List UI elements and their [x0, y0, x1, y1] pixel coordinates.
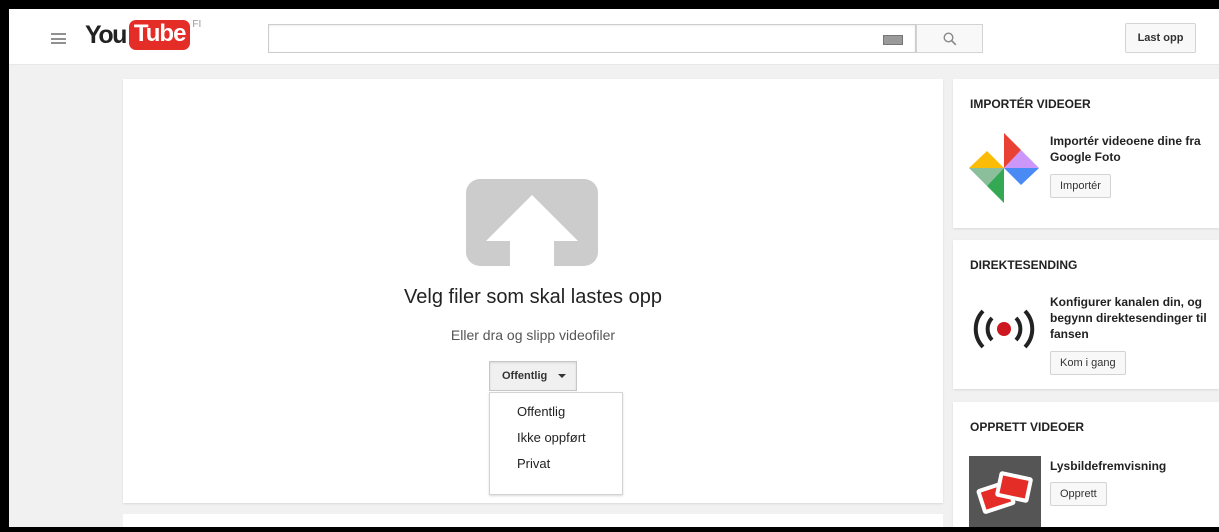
- keyboard-icon[interactable]: [883, 35, 903, 45]
- create-videos-card: OPPRETT VIDEOER Lysbildefremvisning Oppr…: [953, 402, 1219, 527]
- youtube-logo[interactable]: You Tube FI: [85, 18, 201, 52]
- chevron-down-icon: [558, 374, 566, 378]
- masthead: You Tube FI Last opp: [9, 9, 1219, 65]
- import-description: Importér videoene dine fra Google Foto: [1050, 134, 1201, 164]
- privacy-selected-label: Offentlig: [502, 370, 548, 382]
- upload-button[interactable]: Last opp: [1125, 23, 1196, 53]
- secondary-panel: [123, 514, 943, 527]
- live-streaming-card: DIREKTESENDING Konfigurer kanalen din, o…: [953, 240, 1219, 389]
- upload-arrow-icon[interactable]: [466, 179, 598, 266]
- logo-you-text: You: [85, 21, 127, 49]
- create-button[interactable]: Opprett: [1050, 482, 1107, 506]
- upload-panel: Velg filer som skal lastes opp Eller dra…: [123, 79, 943, 503]
- logo-tube-text: Tube: [128, 20, 191, 50]
- page: You Tube FI Last opp Velg filer som skal…: [9, 9, 1219, 527]
- get-started-button[interactable]: Kom i gang: [1050, 351, 1126, 375]
- import-videos-card: IMPORTÉR VIDEOER Importér videoene dine …: [953, 79, 1219, 228]
- import-button[interactable]: Importér: [1050, 174, 1111, 198]
- broadcast-icon: [973, 309, 1035, 349]
- hamburger-menu-icon[interactable]: [51, 33, 66, 44]
- live-heading: DIREKTESENDING: [970, 258, 1078, 272]
- search-input[interactable]: [268, 24, 916, 53]
- live-description: Konfigurer kanalen din, og begynn direkt…: [1050, 295, 1207, 341]
- privacy-menu: Offentlig Ikke oppført Privat: [489, 392, 623, 495]
- privacy-option-public[interactable]: Offentlig: [490, 399, 622, 425]
- google-photos-pinwheel-icon: [969, 133, 1039, 203]
- create-heading: OPPRETT VIDEOER: [970, 420, 1085, 434]
- privacy-option-private[interactable]: Privat: [490, 451, 622, 477]
- search-icon: [943, 32, 957, 46]
- slideshow-icon: [969, 456, 1041, 527]
- privacy-dropdown[interactable]: Offentlig: [489, 361, 577, 391]
- upload-title[interactable]: Velg filer som skal lastes opp: [123, 286, 943, 309]
- import-heading: IMPORTÉR VIDEOER: [970, 97, 1091, 111]
- upload-subtitle: Eller dra og slipp videofiler: [450, 327, 616, 343]
- slideshow-label: Lysbildefremvisning: [1050, 459, 1167, 473]
- privacy-option-unlisted[interactable]: Ikke oppført: [490, 425, 622, 451]
- logo-country-code: FI: [192, 19, 202, 30]
- search-button[interactable]: [916, 24, 983, 53]
